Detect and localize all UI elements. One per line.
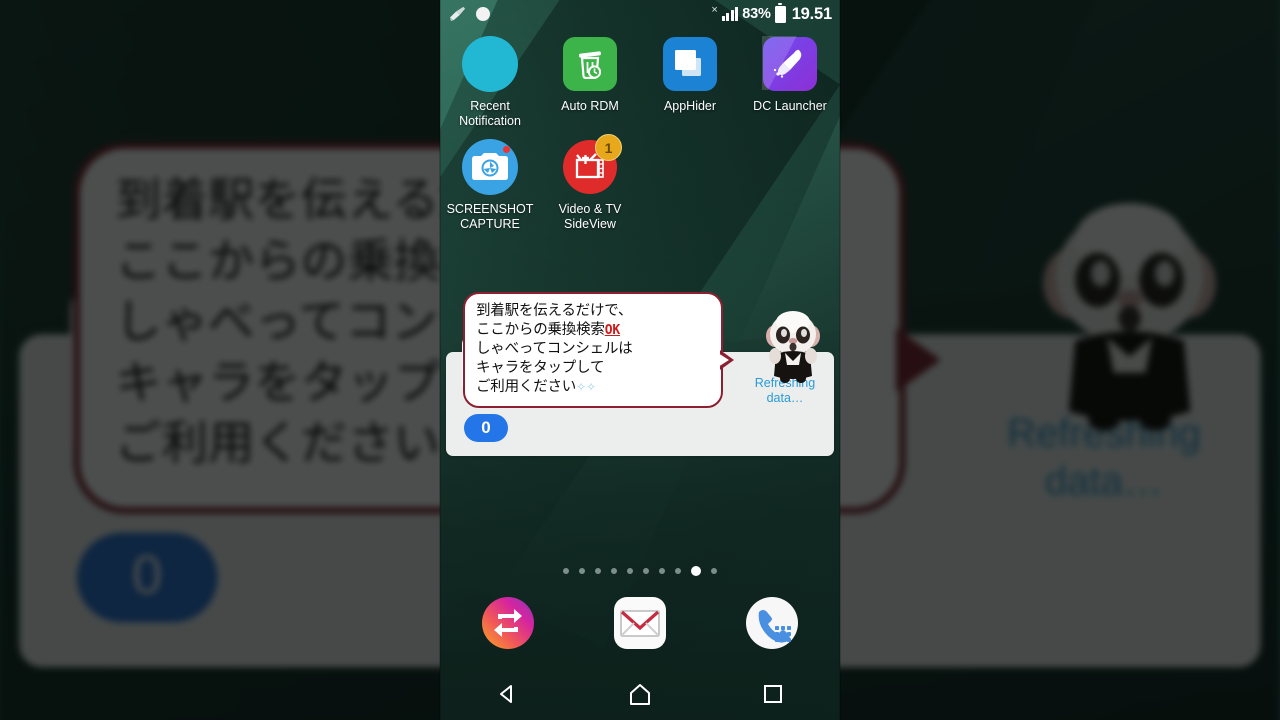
bubble-line-2-text: ここからの乗換検索 xyxy=(476,322,605,338)
bubble-line-5-text: ご利用ください xyxy=(476,379,577,395)
page-dot-active[interactable] xyxy=(691,566,701,576)
recents-square-icon xyxy=(764,685,783,703)
bubble-line-3: しゃべってコンシェルは xyxy=(476,341,633,357)
signal-bars-icon xyxy=(721,7,739,21)
app-recent-notification[interactable]: Recent Notification xyxy=(440,32,540,129)
recording-dot-icon xyxy=(503,146,510,153)
bubble-line-1: 到着駅を伝えるだけで、 xyxy=(476,303,633,319)
phone-dialer-app-icon[interactable] xyxy=(746,597,798,649)
broom-icon xyxy=(450,6,466,22)
home-icon xyxy=(629,684,650,705)
speech-bubble[interactable]: 到着駅を伝えるだけで、 ここからの乗換検索OK しゃべってコンシェルは キャラを… xyxy=(463,292,734,408)
page-dot[interactable] xyxy=(675,568,681,574)
status-bar[interactable]: × 83% 19.51 xyxy=(440,0,840,28)
recent-notification-icon xyxy=(462,36,518,92)
app-label: DC Launcher xyxy=(753,99,827,113)
screenshot-capture-icon xyxy=(462,139,518,195)
no-sim-x-icon: × xyxy=(711,3,718,16)
repost-app-icon[interactable] xyxy=(482,597,534,649)
bubble-line-2: ここからの乗換検索OK xyxy=(476,321,711,340)
page-dot[interactable] xyxy=(563,568,569,574)
page-dot[interactable] xyxy=(627,568,633,574)
sheep-mascot-icon[interactable] xyxy=(762,306,824,384)
battery-icon xyxy=(774,3,786,23)
page-dot[interactable] xyxy=(579,568,585,574)
back-triangle-icon xyxy=(499,685,512,703)
bubble-line-4: キャラをタップして xyxy=(476,360,605,376)
dc-launcher-icon xyxy=(762,36,818,92)
app-screenshot-capture[interactable]: SCREENSHOT CAPTURE xyxy=(440,135,540,232)
app-label: Video & TV SideView xyxy=(558,202,622,231)
app-video-tv-sideview[interactable]: 1 Video & TV SideView xyxy=(540,134,640,232)
back-button[interactable] xyxy=(477,674,537,714)
video-tv-sideview-icon: 1 xyxy=(562,134,622,195)
app-label: Auto RDM xyxy=(561,99,619,113)
bubble-line-5: ご利用ください✧✧ xyxy=(476,378,711,397)
status-clock: 19.51 xyxy=(791,4,832,23)
widget-counter-badge[interactable]: 0 xyxy=(464,414,508,442)
apphider-icon xyxy=(662,36,718,92)
app-label: Recent Notification xyxy=(459,99,521,128)
sparkle-icon: ✧✧ xyxy=(576,380,596,394)
page-indicator[interactable] xyxy=(440,566,840,576)
app-label: SCREENSHOT CAPTURE xyxy=(446,202,534,231)
auto-rdm-icon xyxy=(562,36,618,92)
page-dot[interactable] xyxy=(643,568,649,574)
android-nav-bar xyxy=(440,668,840,720)
email-app-icon[interactable] xyxy=(614,597,666,649)
recents-button[interactable] xyxy=(743,674,803,714)
app-grid: Recent Notification Auto RDM AppHider DC… xyxy=(440,32,840,232)
dock xyxy=(440,592,840,654)
page-dot[interactable] xyxy=(711,568,717,574)
page-dot[interactable] xyxy=(595,568,601,574)
battery-percent: 83% xyxy=(742,6,771,22)
page-dot[interactable] xyxy=(611,568,617,574)
home-button[interactable] xyxy=(610,674,670,714)
notification-badge: 1 xyxy=(595,134,622,161)
app-label: AppHider xyxy=(663,99,717,113)
app-dc-launcher[interactable]: DC Launcher xyxy=(740,32,840,129)
app-auto-rdm[interactable]: Auto RDM xyxy=(540,32,640,129)
bubble-tail xyxy=(718,350,734,370)
page-dot[interactable] xyxy=(659,568,665,574)
white-circle-icon xyxy=(476,7,490,21)
screenshot-root: 0 Refreshing data… 到着駅を伝えるだけで、 ここからの乗換検索… xyxy=(0,0,1280,720)
app-apphider[interactable]: AppHider xyxy=(640,32,740,129)
bubble-ok-mark: OK xyxy=(604,323,620,338)
